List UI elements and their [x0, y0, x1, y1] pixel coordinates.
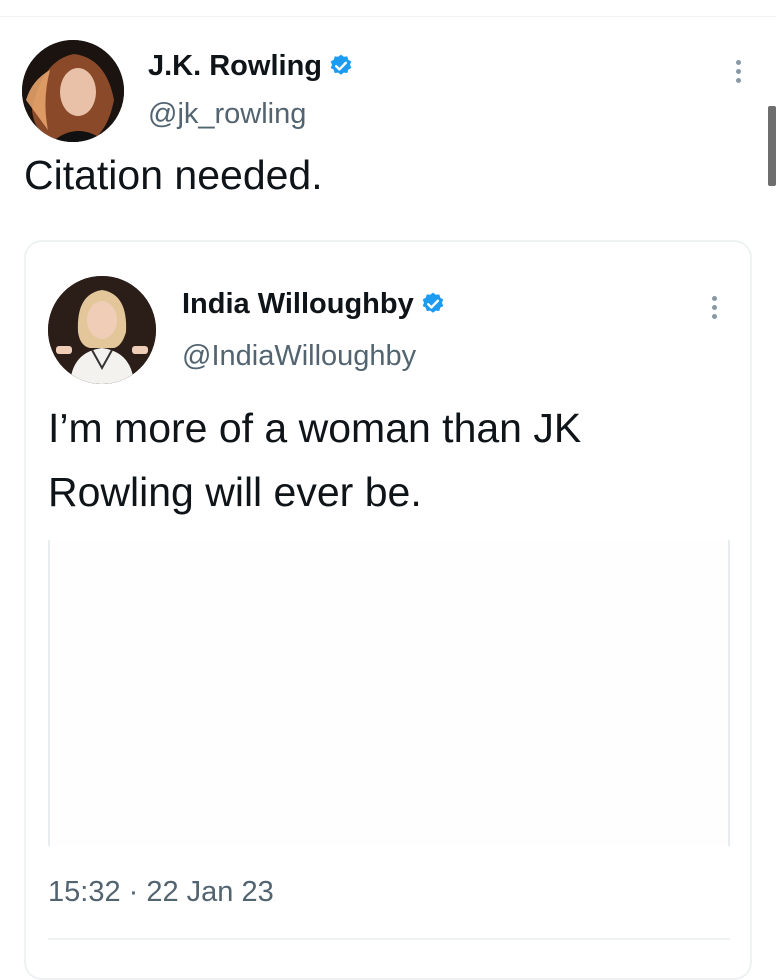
tweet-text: Citation needed. [24, 152, 323, 198]
more-options-icon[interactable] [728, 60, 748, 87]
author-name-text[interactable]: J.K. Rowling [148, 50, 322, 82]
bottom-divider [48, 938, 730, 940]
verified-badge-icon [328, 53, 354, 87]
scrollbar-thumb[interactable] [768, 106, 776, 186]
quoted-tweet-timestamp[interactable]: 15:32 · 22 Jan 23 [48, 876, 274, 909]
verified-badge-icon [420, 291, 446, 325]
quoted-tweet-media[interactable] [48, 540, 730, 846]
quoted-author-name-text[interactable]: India Willoughby [182, 288, 414, 320]
author-handle[interactable]: @jk_rowling [148, 98, 306, 131]
quoted-more-options-icon[interactable] [704, 296, 724, 323]
top-divider [0, 16, 776, 17]
quoted-author-avatar[interactable] [48, 276, 156, 384]
author-name[interactable]: J.K. Rowling [148, 50, 354, 87]
quoted-tweet-text: I’m more of a woman than JK Rowling will… [48, 405, 582, 515]
quoted-author-handle[interactable]: @IndiaWilloughby [182, 340, 416, 373]
quoted-author-name[interactable]: India Willoughby [182, 288, 446, 325]
author-avatar[interactable] [22, 40, 124, 142]
